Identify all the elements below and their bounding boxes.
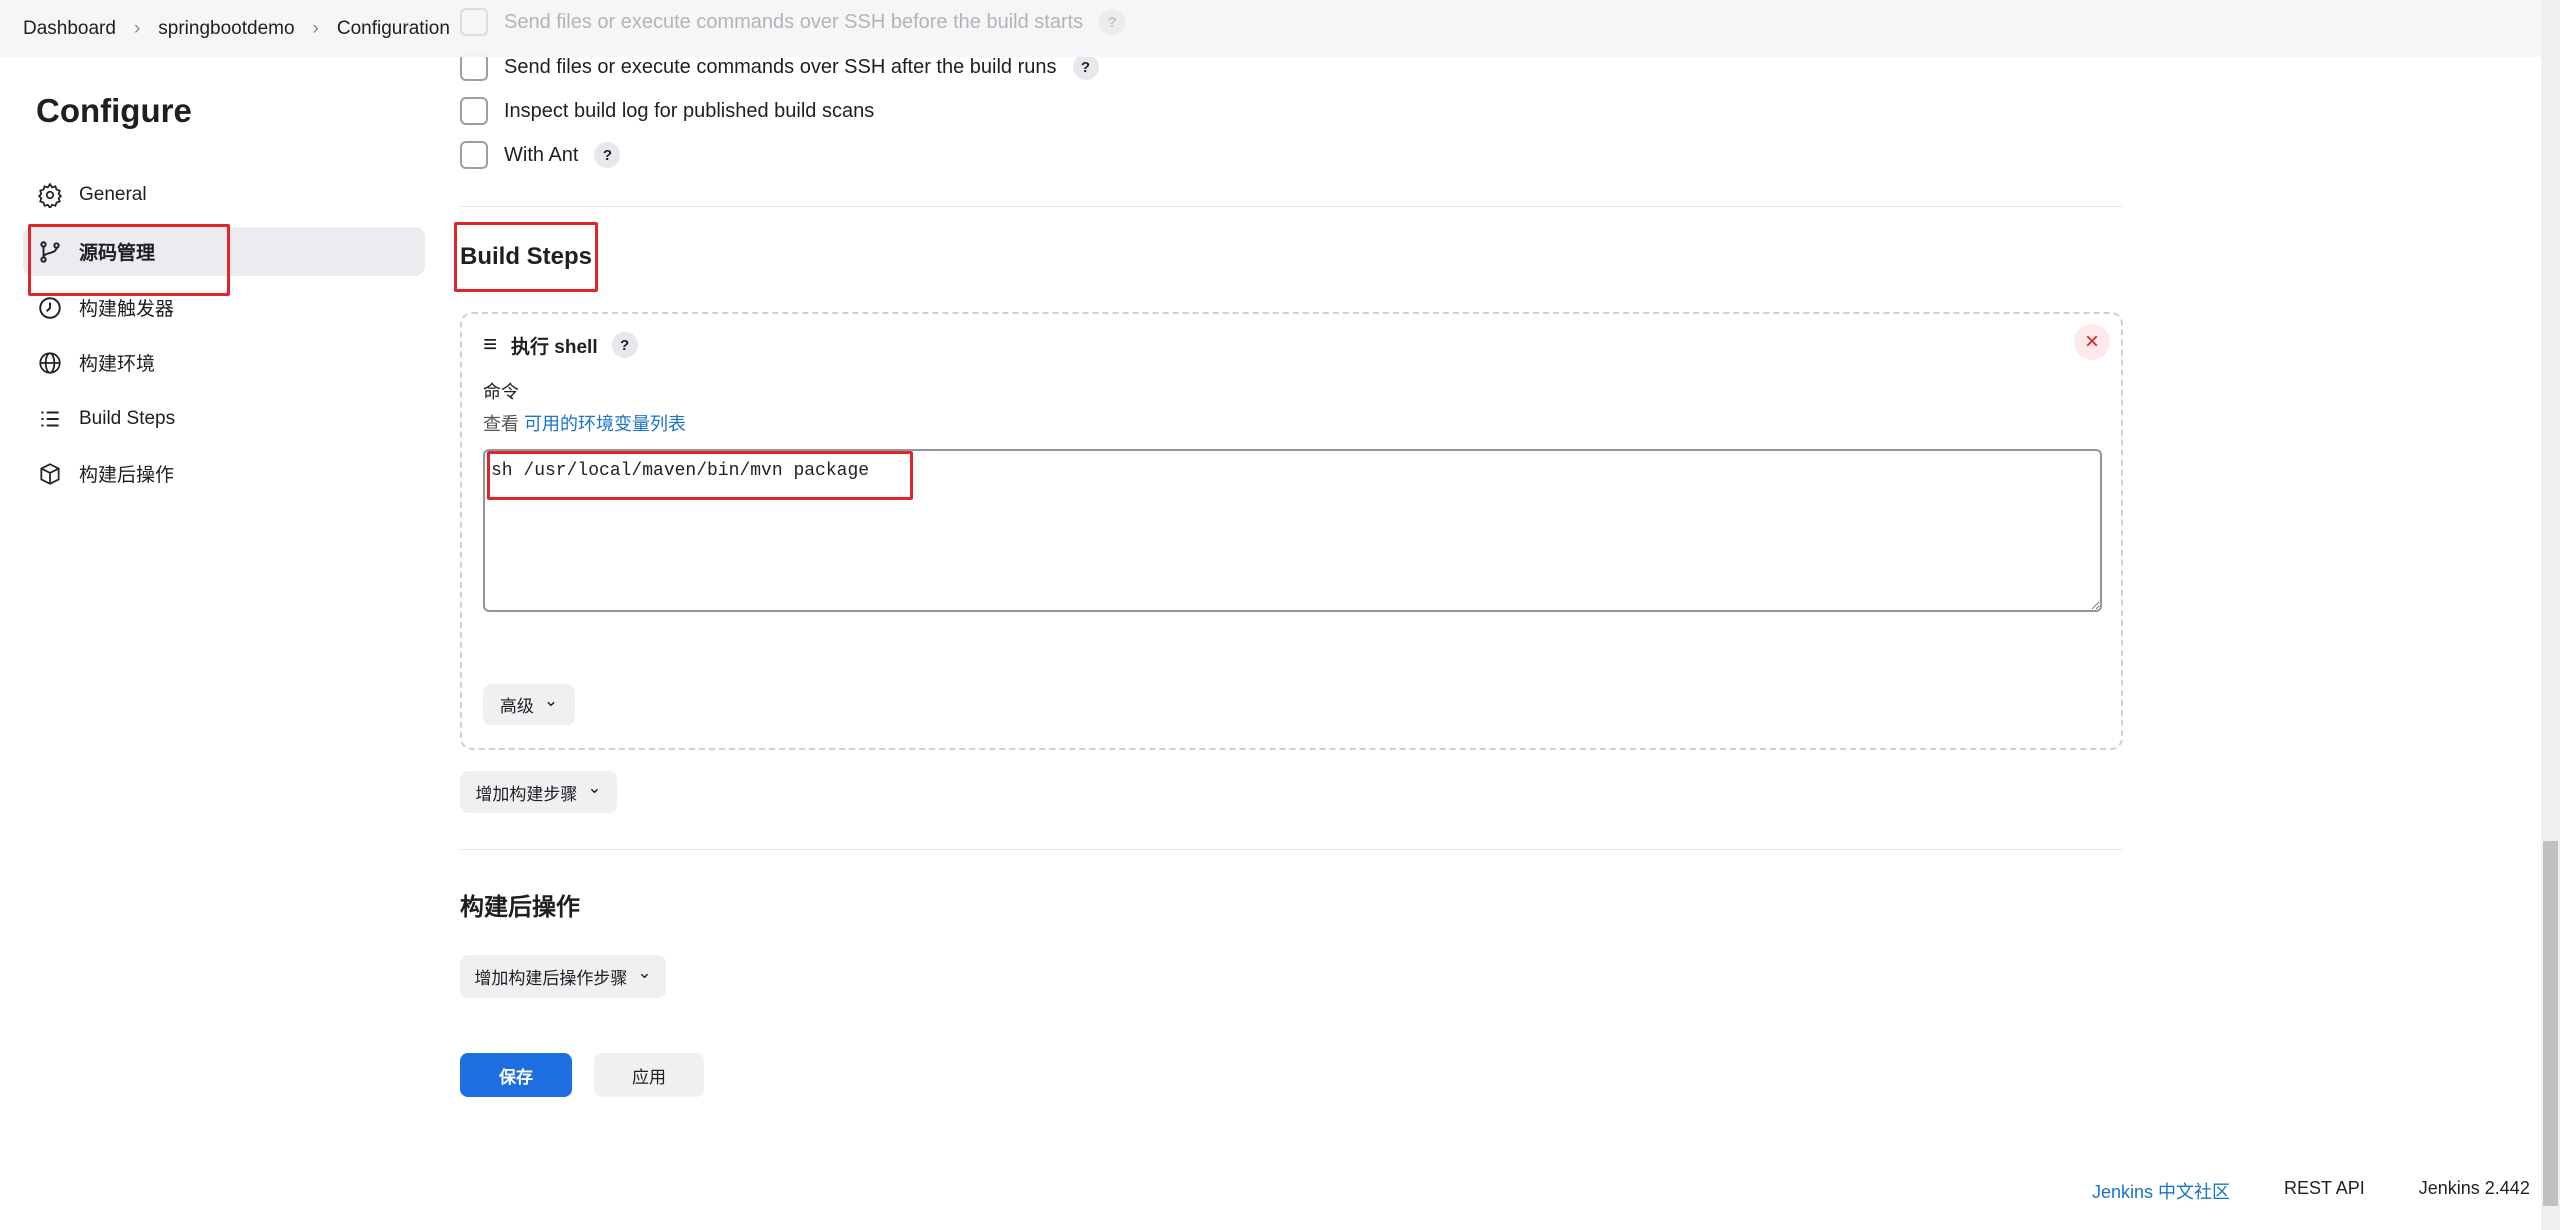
sidebar-item-general[interactable]: General [23, 170, 425, 219]
chevron-right-icon: › [133, 17, 141, 39]
help-icon[interactable]: ? [611, 332, 638, 358]
checkbox[interactable] [460, 53, 488, 81]
add-post-build-step-button[interactable]: 增加构建后操作步骤 ⌄ [460, 955, 666, 998]
add-build-step-button[interactable]: 增加构建步骤 ⌄ [460, 771, 617, 813]
faded-option-before-build: Send files or execute commands over SSH … [460, 8, 1126, 36]
advanced-button[interactable]: 高级 ⌄ [483, 684, 575, 725]
close-icon[interactable]: × [2074, 324, 2110, 360]
chevron-right-icon: › [312, 17, 319, 39]
option-with-ant[interactable]: With Ant? [460, 141, 621, 169]
faded-option-label: Send files or execute commands over SSH … [504, 10, 1084, 33]
divider [460, 206, 2123, 207]
footer: Jenkins 中文社区 REST API Jenkins 2.442 [2092, 1178, 2530, 1204]
breadcrumb-dashboard[interactable]: Dashboard [23, 18, 116, 40]
package-icon [40, 462, 60, 485]
breadcrumb-configuration[interactable]: Configuration [337, 18, 450, 40]
breadcrumb: Dashboard › springbootdemo › Configuration [0, 0, 2541, 57]
sidebar-item-post-build[interactable]: 构建后操作 [23, 449, 425, 498]
checkbox [460, 8, 488, 36]
help-icon[interactable]: ? [1072, 54, 1099, 80]
help-icon[interactable]: ? [594, 142, 621, 168]
command-label: 命令 [483, 382, 519, 402]
chevron-down-icon: ⌄ [587, 778, 602, 797]
step-header: ≡ 执行 shell ? [483, 331, 638, 359]
chevron-down-icon: ⌄ [543, 690, 559, 710]
list-icon [41, 411, 59, 426]
breadcrumb-project[interactable]: springbootdemo [158, 18, 294, 40]
checkbox[interactable] [460, 141, 488, 169]
env-vars-hint: 查看 可用的环境变量列表 [483, 414, 687, 434]
highlight-box [454, 222, 598, 292]
highlight-box [487, 451, 913, 500]
option-ssh-after[interactable]: Send files or execute commands over SSH … [460, 53, 1099, 81]
save-button[interactable]: 保存 [460, 1053, 572, 1097]
globe-icon [39, 351, 61, 374]
sidebar-item-environment[interactable]: 构建环境 [23, 338, 425, 387]
post-build-heading: 构建后操作 [460, 894, 580, 921]
gear-icon [37, 182, 63, 208]
drag-handle-icon[interactable]: ≡ [483, 331, 497, 359]
sidebar-item-build-steps[interactable]: Build Steps [23, 394, 425, 443]
apply-button[interactable]: 应用 [594, 1053, 704, 1097]
highlight-box [28, 224, 230, 296]
community-link[interactable]: Jenkins 中文社区 [2092, 1178, 2230, 1204]
env-vars-link[interactable]: 可用的环境变量列表 [524, 414, 686, 434]
option-inspect-build-log[interactable]: Inspect build log for published build sc… [460, 97, 874, 125]
checkbox[interactable] [460, 97, 488, 125]
chevron-down-icon: ⌄ [637, 962, 652, 982]
divider [460, 849, 2123, 850]
version-link[interactable]: Jenkins 2.442 [2419, 1178, 2530, 1204]
rest-api-link[interactable]: REST API [2284, 1178, 2365, 1204]
page-title: Configure [36, 92, 192, 129]
scrollbar-thumb[interactable] [2543, 841, 2558, 1206]
help-icon: ? [1099, 9, 1126, 35]
clock-icon [39, 296, 61, 319]
